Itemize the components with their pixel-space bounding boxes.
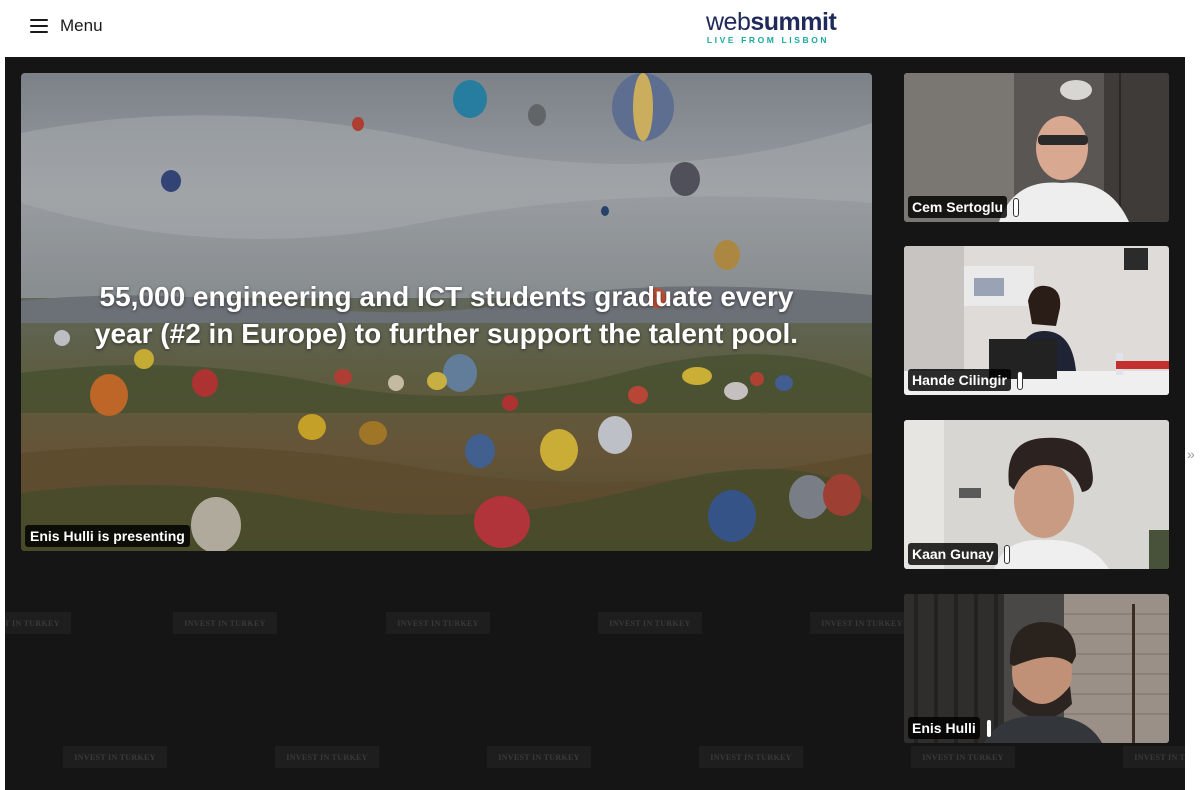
watermark: INVEST IN TURKEY [810,612,914,634]
watermark: INVEST IN TURKEY [911,746,1015,768]
websummit-logo[interactable]: websummit LIVE FROM LISBON [706,8,837,46]
watermark: INVEST IN TURKEY [173,612,277,634]
participant-name-tag: Hande Cilingir [908,369,1023,391]
participant-name: Enis Hulli [908,717,980,739]
watermark: INVEST IN TURKEY [5,612,71,634]
mic-level-icon [1016,370,1023,390]
watermark: INVEST IN TURKEY [598,612,702,634]
participant-tile[interactable]: Enis Hulli [904,594,1169,743]
slide-caption-line-2: year (#2 in Europe) to further support t… [94,318,799,349]
menu-button[interactable]: Menu [30,13,103,39]
mic-level-icon [985,718,992,738]
logo-web-text: web [706,8,751,36]
top-bar: Menu websummit LIVE FROM LISBON [0,0,1200,56]
participant-tile[interactable]: Cem Sertoglu [904,73,1169,222]
video-stage: INVEST IN TURKEY INVEST IN TURKEY INVEST… [5,57,1185,790]
logo-summit-text: summit [750,8,837,36]
watermark: INVEST IN TURKEY [386,612,490,634]
slide-caption: 55,000 engineering and ICT students grad… [21,278,872,352]
participant-name: Kaan Gunay [908,543,998,565]
watermark: INVEST IN TURKEY [487,746,591,768]
expand-sidebar-icon[interactable]: » [1187,446,1195,462]
participant-tile[interactable]: Kaan Gunay [904,420,1169,569]
mic-level-icon [1013,197,1020,217]
slide-caption-line-1: 55,000 engineering and ICT students grad… [99,281,794,312]
participant-name-tag: Enis Hulli [908,717,992,739]
participant-name-tag: Kaan Gunay [908,543,1010,565]
participant-name-tag: Cem Sertoglu [908,196,1020,218]
presenter-label: Enis Hulli is presenting [25,525,190,547]
shared-screen[interactable]: 55,000 engineering and ICT students grad… [21,73,872,551]
menu-label: Menu [60,16,103,35]
mic-level-icon [1003,544,1010,564]
participant-name: Hande Cilingir [908,369,1011,391]
watermark: INVEST IN TURKEY [275,746,379,768]
watermark: INVEST IN TURKEY [699,746,803,768]
participant-name: Cem Sertoglu [908,196,1008,218]
participant-tile[interactable]: Hande Cilingir [904,246,1169,395]
watermark: INVEST IN TURKEY [1123,746,1185,768]
logo-tagline: LIVE FROM LISBON [706,35,830,45]
hamburger-icon [30,19,48,33]
watermark: INVEST IN TURKEY [63,746,167,768]
